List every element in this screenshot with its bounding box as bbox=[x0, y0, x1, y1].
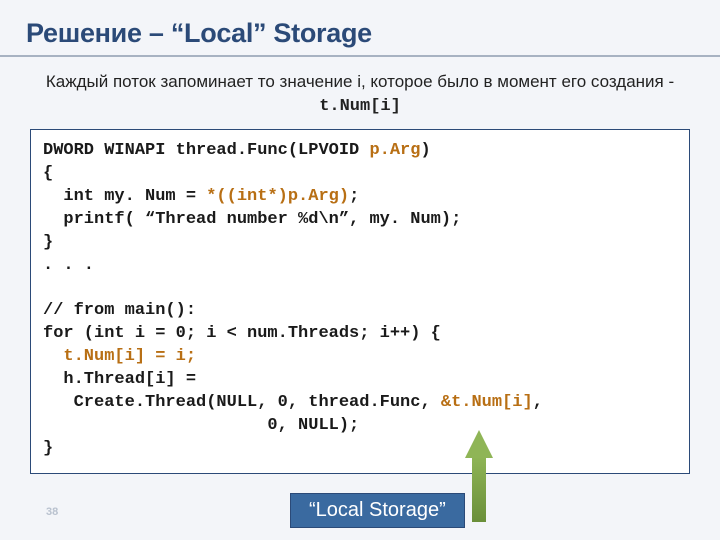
code-line: , bbox=[533, 393, 543, 412]
subtitle-text: Каждый поток запоминает то значение i, к… bbox=[46, 72, 674, 91]
code-line: { bbox=[43, 164, 53, 183]
code-line: } bbox=[43, 439, 53, 458]
code-line: ) bbox=[420, 141, 430, 160]
code-line: } bbox=[43, 233, 53, 252]
arrow-up-icon bbox=[465, 428, 493, 522]
code-highlight: p.Arg bbox=[369, 141, 420, 160]
slide-subtitle: Каждый поток запоминает то значение i, к… bbox=[36, 71, 684, 119]
code-line: h.Thread[i] = bbox=[43, 370, 196, 389]
callout-label: “Local Storage” bbox=[290, 493, 465, 528]
code-line: // from main(): bbox=[43, 301, 196, 320]
code-line: for (int i = 0; i < num.Threads; i++) { bbox=[43, 324, 441, 343]
code-line: 0, NULL); bbox=[43, 416, 359, 435]
code-highlight: *((int*)p.Arg) bbox=[206, 187, 349, 206]
code-block: DWORD WINAPI thread.Func(LPVOID p.Arg) {… bbox=[30, 129, 690, 474]
code-highlight: &t.Num[i] bbox=[441, 393, 533, 412]
code-line: ; bbox=[349, 187, 359, 206]
slide-title: Решение – “Local” Storage bbox=[26, 18, 694, 49]
page-number: 38 bbox=[46, 506, 58, 518]
code-highlight: t.Num[i] = i; bbox=[63, 347, 196, 366]
code-line bbox=[43, 347, 63, 366]
code-line: printf( “Thread number %d\n”, my. Num); bbox=[43, 210, 461, 229]
subtitle-code: t.Num[i] bbox=[319, 97, 401, 116]
code-line: int my. Num = bbox=[43, 187, 206, 206]
code-line: DWORD WINAPI thread.Func(LPVOID bbox=[43, 141, 369, 160]
code-line: . . . bbox=[43, 256, 94, 275]
code-line: Create.Thread(NULL, 0, thread.Func, bbox=[43, 393, 441, 412]
title-divider bbox=[0, 55, 720, 57]
